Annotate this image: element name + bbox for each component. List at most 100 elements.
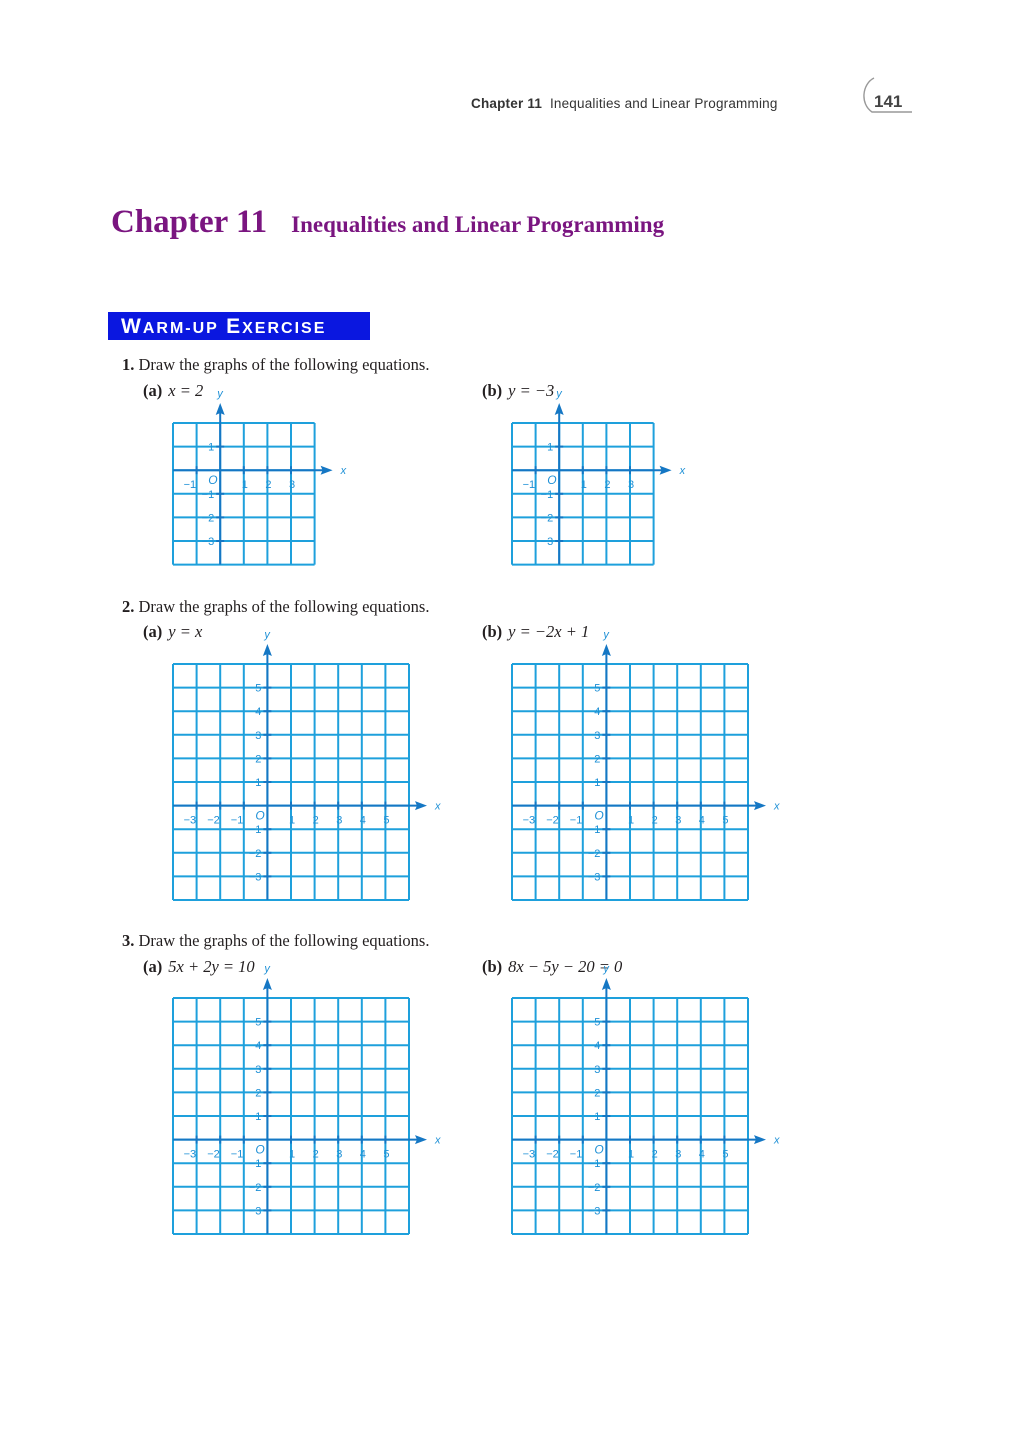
origin-label: O [208, 473, 217, 487]
x-tick-label: 1 [242, 479, 248, 491]
y-axis-label: y [263, 963, 271, 975]
part-label: (b) [482, 622, 503, 641]
y-axis-label: y [555, 388, 563, 400]
y-tick-label: −1 [588, 824, 601, 836]
x-tick-label: −2 [207, 815, 220, 827]
question-1: 1. Draw the graphs of the following equa… [122, 355, 429, 375]
x-axis-label: x [679, 465, 686, 477]
y-tick-label: 2 [594, 753, 600, 765]
y-tick-label: −3 [588, 1205, 601, 1217]
running-head-chapter: Chapter 11 [471, 96, 543, 111]
part-label: (a) [143, 622, 163, 641]
y-tick-label: −3 [202, 536, 215, 548]
x-tick-label: 3 [336, 1149, 342, 1161]
question-2: 2. Draw the graphs of the following equa… [122, 597, 429, 617]
y-axis-label: y [602, 629, 610, 641]
part-label: (a) [143, 381, 163, 400]
question-1a: (a) x = 2 [143, 381, 203, 401]
question-1b: (b) y = −3 [482, 381, 554, 401]
page-number: 141 [874, 92, 903, 111]
x-tick-label: 3 [336, 815, 342, 827]
x-tick-label: 2 [604, 479, 610, 491]
y-tick-label: −2 [249, 848, 262, 860]
y-axis-label: y [263, 629, 271, 641]
graph-grid-2a[interactable]: x y O −3 −2 −1 1 2 3 4 5 5 4 3 2 1 −1 −2 −3 [172, 629, 441, 903]
x-tick-label: −3 [184, 815, 197, 827]
y-tick-label: 5 [594, 683, 600, 695]
origin-label: O [255, 1143, 264, 1157]
x-tick-label: 1 [289, 815, 295, 827]
x-tick-label: −1 [231, 815, 244, 827]
y-tick-label: 1 [255, 777, 261, 789]
graph-grid-1b[interactable]: x y O −1 1 2 3 1 −1 −2 −3 [511, 388, 686, 570]
x-tick-label: −3 [523, 1149, 536, 1161]
part-label: (a) [143, 957, 163, 976]
y-tick-label: −1 [249, 1158, 262, 1170]
x-tick-label: 4 [360, 815, 366, 827]
x-tick-label: 2 [265, 479, 271, 491]
y-tick-label: 1 [594, 777, 600, 789]
y-tick-label: 2 [255, 753, 261, 765]
x-tick-label: 3 [289, 479, 295, 491]
y-tick-label: −1 [541, 489, 554, 501]
x-tick-label: −1 [570, 815, 583, 827]
graph-grid-1a[interactable]: x y O −1 1 2 3 1 −1 −2 −3 [172, 388, 347, 570]
origin-label: O [255, 809, 264, 823]
part-label: (b) [482, 381, 503, 400]
x-axis-label: x [340, 465, 347, 477]
y-tick-label: −3 [249, 871, 262, 883]
x-tick-label: 2 [313, 815, 319, 827]
graph-grid-2b[interactable]: x y O −3 −2 −1 1 2 3 4 5 5 4 3 2 1 −1 −2 −3 [511, 629, 780, 903]
y-tick-label: −2 [541, 512, 554, 524]
x-tick-label: 1 [628, 1149, 634, 1161]
y-tick-label: 4 [594, 1040, 600, 1052]
x-tick-label: 2 [652, 815, 658, 827]
question-number: 1. [122, 355, 135, 374]
chapter-title: Chapter 11 Inequalities and Linear Progra… [111, 204, 664, 241]
y-tick-label: 1 [208, 442, 214, 454]
y-tick-label: −2 [202, 512, 215, 524]
banner-word: XERCISE [242, 320, 327, 337]
question-2a: (a) y = x [143, 622, 202, 642]
y-tick-label: 5 [255, 1017, 261, 1029]
x-tick-label: −3 [523, 815, 536, 827]
x-tick-label: 4 [699, 815, 705, 827]
y-tick-label: 5 [255, 683, 261, 695]
y-tick-label: 3 [594, 730, 600, 742]
y-tick-label: 4 [255, 1040, 261, 1052]
question-3a: (a) 5x + 2y = 10 [143, 957, 255, 977]
y-tick-label: −1 [588, 1158, 601, 1170]
x-tick-label: 5 [383, 1149, 389, 1161]
chapter-number: Chapter 11 [111, 204, 268, 240]
equation: y = −2x + 1 [508, 622, 590, 641]
x-tick-label: 3 [675, 1149, 681, 1161]
x-tick-label: 2 [652, 1149, 658, 1161]
y-tick-label: −3 [249, 1205, 262, 1217]
x-tick-label: −1 [184, 479, 197, 491]
x-tick-label: −1 [523, 479, 536, 491]
x-tick-label: 1 [289, 1149, 295, 1161]
origin-label: O [594, 809, 603, 823]
y-tick-label: −1 [202, 489, 215, 501]
graph-grid-3a[interactable]: x y O −3 −2 −1 1 2 3 4 5 5 4 3 2 1 −1 −2 −3 [172, 963, 441, 1237]
origin-label: O [547, 473, 556, 487]
y-tick-label: 1 [547, 442, 553, 454]
question-number: 3. [122, 931, 135, 950]
x-tick-label: 5 [722, 1149, 728, 1161]
x-tick-label: 2 [313, 1149, 319, 1161]
x-tick-label: 5 [722, 815, 728, 827]
y-tick-label: 5 [594, 1017, 600, 1029]
question-3b: (b) 8x − 5y − 20 = 0 [482, 957, 622, 977]
y-tick-label: 3 [255, 1064, 261, 1076]
x-tick-label: 3 [675, 815, 681, 827]
graph-grid-3b[interactable]: xyO−3 −2 −1 1 2 3 4 554321−1−2−3 [511, 963, 780, 1237]
y-tick-label: −2 [249, 1182, 262, 1194]
question-2b: (b) y = −2x + 1 [482, 622, 589, 642]
x-tick-label: −1 [570, 1149, 583, 1161]
question-prompt: Draw the graphs of the following equatio… [138, 355, 430, 374]
x-tick-label: 3 [628, 479, 634, 491]
x-tick-label: −1 [231, 1149, 244, 1161]
x-axis-label: x [434, 1135, 441, 1147]
x-tick-label: 5 [383, 815, 389, 827]
y-tick-label: 3 [255, 730, 261, 742]
